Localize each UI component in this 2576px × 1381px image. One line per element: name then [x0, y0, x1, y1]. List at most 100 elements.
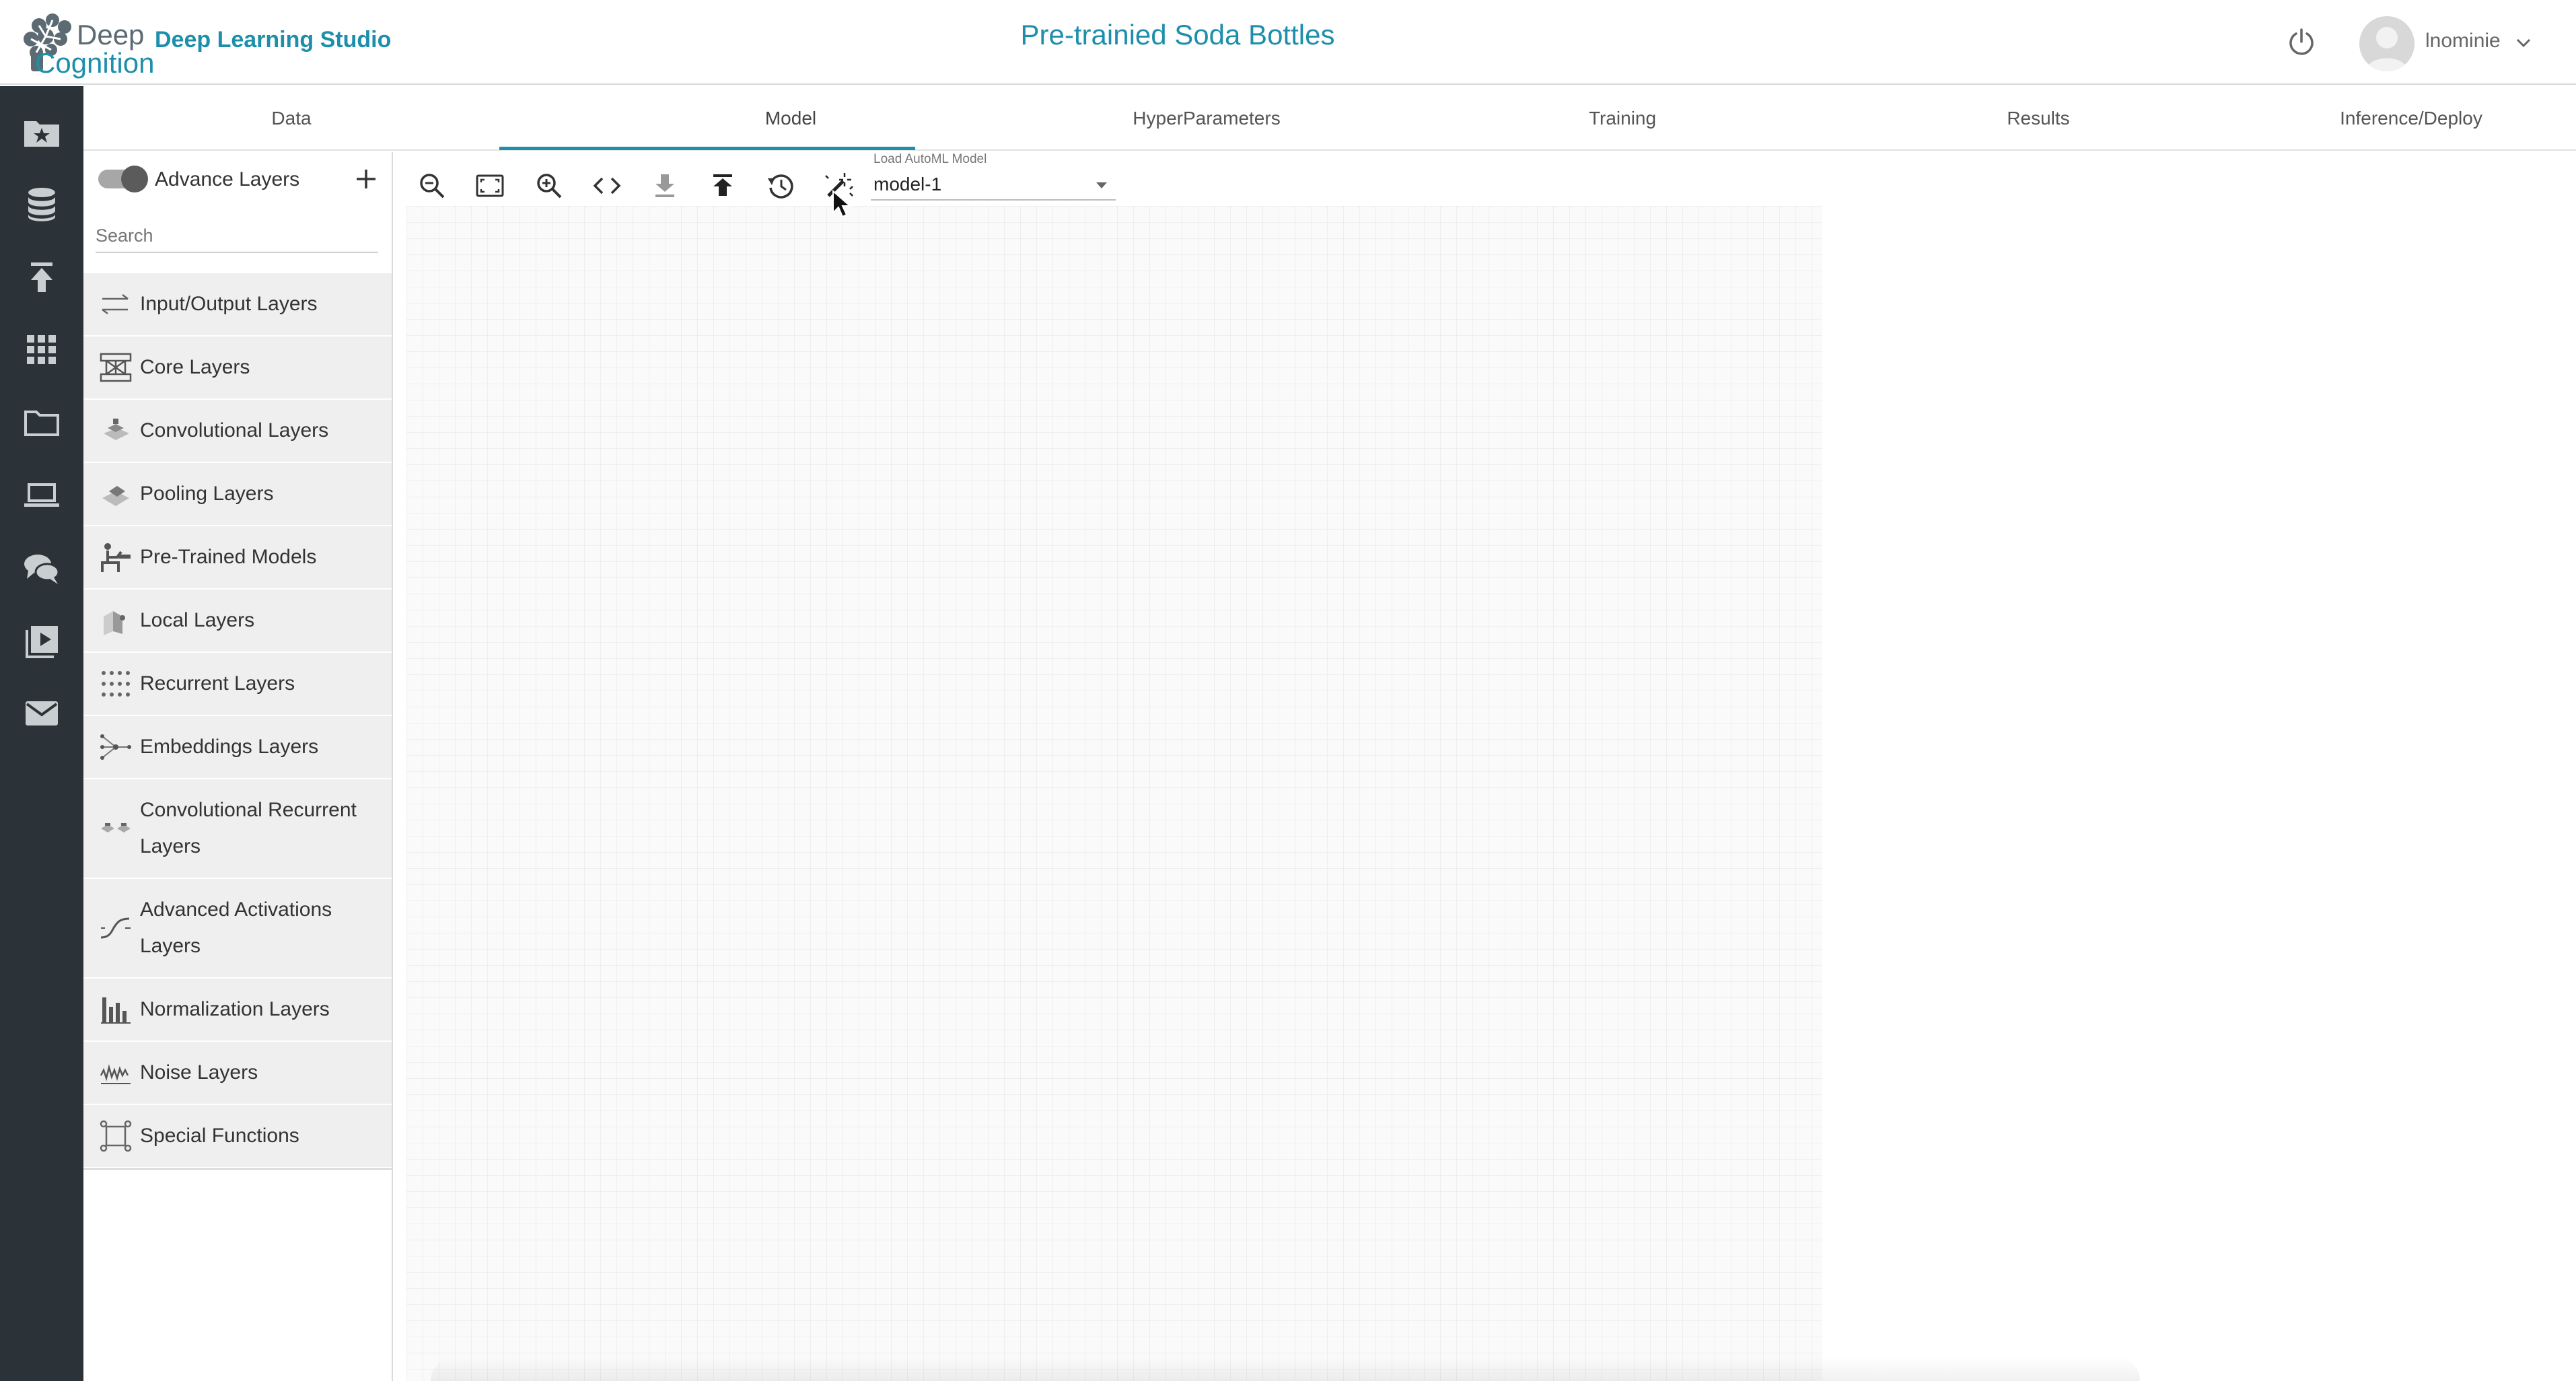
mouse-cursor-icon: [832, 190, 852, 218]
layer-category-pretrained[interactable]: Pre-Trained Models: [83, 526, 392, 590]
normalization-icon: [101, 997, 131, 1024]
zoom-out-button[interactable]: [410, 164, 454, 207]
download-icon: [655, 174, 674, 197]
noise-icon: [100, 1064, 131, 1084]
layer-category-local[interactable]: Local Layers: [83, 590, 392, 653]
add-layer-button[interactable]: [350, 163, 382, 195]
main-tabs: Data Model HyperParameters Training Resu…: [83, 86, 2576, 151]
layer-category-label: Convolutional Recurrent Layers: [140, 799, 357, 857]
toggle-knob: [121, 166, 148, 192]
history-icon: [768, 174, 793, 199]
automl-select-label: Load AutoML Model: [873, 152, 987, 166]
rail-deploy-button[interactable]: [15, 468, 69, 522]
layer-category-convolutional[interactable]: Convolutional Layers: [83, 400, 392, 463]
folder-icon: [24, 411, 59, 436]
advance-layers-toggle[interactable]: [97, 166, 148, 192]
layer-category-label: Convolutional Layers: [140, 419, 329, 441]
avatar[interactable]: [2359, 16, 2414, 71]
layer-category-label: Embeddings Layers: [140, 736, 319, 758]
tab-inference-deploy[interactable]: Inference/Deploy: [2246, 86, 2576, 151]
layer-category-list: Input/Output Layers Core Layers Convolut…: [83, 273, 392, 1170]
upload-icon: [31, 262, 52, 292]
layer-category-label: Pooling Layers: [140, 483, 274, 505]
database-icon: [28, 188, 55, 221]
video-icon: [26, 626, 58, 658]
layer-category-advanced-activations[interactable]: Advanced Activations Layers: [83, 879, 392, 979]
advance-layers-label: Advance Layers: [155, 168, 300, 190]
pretrained-icon: [101, 543, 131, 572]
chevron-down-icon[interactable]: [2514, 34, 2533, 52]
tab-training[interactable]: Training: [1415, 86, 1830, 151]
active-tab-indicator: [499, 147, 915, 150]
layer-category-embeddings[interactable]: Embeddings Layers: [83, 716, 392, 779]
layer-category-core[interactable]: Core Layers: [83, 337, 392, 400]
grid-icon: [27, 335, 56, 364]
zoom-in-icon: [537, 174, 562, 199]
fit-screen-icon: [476, 174, 504, 197]
input-output-icon: [102, 294, 129, 314]
activation-icon: [100, 917, 131, 939]
layer-category-label: Local Layers: [140, 609, 255, 631]
rail-star-folder-button[interactable]: [15, 105, 69, 159]
rail-apps-button[interactable]: [15, 323, 69, 377]
layer-category-label: Pre-Trained Models: [140, 546, 317, 568]
layer-category-special-functions[interactable]: Special Functions: [83, 1105, 392, 1168]
rail-files-button[interactable]: [15, 396, 69, 450]
rail-upload-button[interactable]: [15, 250, 69, 304]
layer-category-label: Noise Layers: [140, 1061, 258, 1084]
download-model-button[interactable]: [643, 164, 686, 207]
logo-text-deep: Deep: [77, 19, 145, 50]
layer-category-normalization[interactable]: Normalization Layers: [83, 979, 392, 1042]
caret-down-icon: [1096, 182, 1107, 188]
username[interactable]: lnominie: [2425, 30, 2501, 52]
rail-mail-button[interactable]: [15, 686, 69, 740]
user-avatar-icon: [2366, 27, 2408, 71]
code-icon: [593, 177, 621, 194]
upload-model-button[interactable]: [701, 164, 744, 207]
logo-text-cognition: Cognition: [35, 47, 155, 79]
layer-category-label: Special Functions: [140, 1125, 299, 1147]
project-title: Pre-trainied Soda Bottles: [1020, 19, 1335, 50]
zoom-out-icon: [420, 174, 445, 199]
embeddings-icon: [100, 734, 131, 760]
fit-screen-button[interactable]: [468, 164, 511, 207]
tab-results[interactable]: Results: [1830, 86, 2246, 151]
view-code-button[interactable]: [585, 164, 629, 207]
local-layers-icon: [104, 611, 125, 635]
zoom-in-button[interactable]: [528, 164, 571, 207]
search-input[interactable]: [96, 219, 378, 252]
layer-category-label: Advanced Activations Layers: [140, 898, 332, 957]
star-folder-icon: [24, 121, 59, 147]
tab-data[interactable]: Data: [83, 86, 499, 151]
automl-model-select[interactable]: model-1: [871, 168, 1116, 201]
layer-category-recurrent[interactable]: Recurrent Layers: [83, 653, 392, 716]
recurrent-icon: [102, 671, 130, 697]
layer-category-conv-recurrent[interactable]: Convolutional Recurrent Layers: [83, 779, 392, 879]
pooling-icon: [102, 486, 129, 506]
layer-search: [96, 219, 378, 253]
chat-icon: [24, 555, 60, 584]
canvas-bottom-shadow: [431, 1357, 2140, 1381]
rail-videos-button[interactable]: [15, 614, 69, 668]
mail-icon: [26, 701, 58, 725]
convolution-icon: [104, 419, 129, 440]
rail-database-button[interactable]: [15, 178, 69, 232]
upload-icon: [713, 174, 732, 196]
app-header: Deep Cognition Deep Learning Studio Pre-…: [0, 0, 2576, 85]
special-functions-icon: [100, 1120, 132, 1152]
automl-selected-value: model-1: [873, 174, 942, 194]
layer-category-pooling[interactable]: Pooling Layers: [83, 463, 392, 526]
power-icon[interactable]: [2285, 26, 2318, 58]
layer-category-label: Core Layers: [140, 356, 250, 378]
tab-model[interactable]: Model: [583, 86, 999, 151]
app-name: Deep Learning Studio: [155, 27, 392, 52]
tab-hyperparameters[interactable]: HyperParameters: [999, 86, 1415, 151]
layer-category-noise[interactable]: Noise Layers: [83, 1042, 392, 1105]
deep-cognition-logo[interactable]: Deep Cognition: [15, 8, 154, 79]
model-canvas[interactable]: [406, 206, 1822, 1381]
history-button[interactable]: [759, 164, 802, 207]
layer-category-input-output[interactable]: Input/Output Layers: [83, 273, 392, 337]
rail-forum-button[interactable]: [15, 541, 69, 595]
plus-icon: [357, 170, 375, 188]
layer-category-label: Normalization Layers: [140, 998, 330, 1020]
